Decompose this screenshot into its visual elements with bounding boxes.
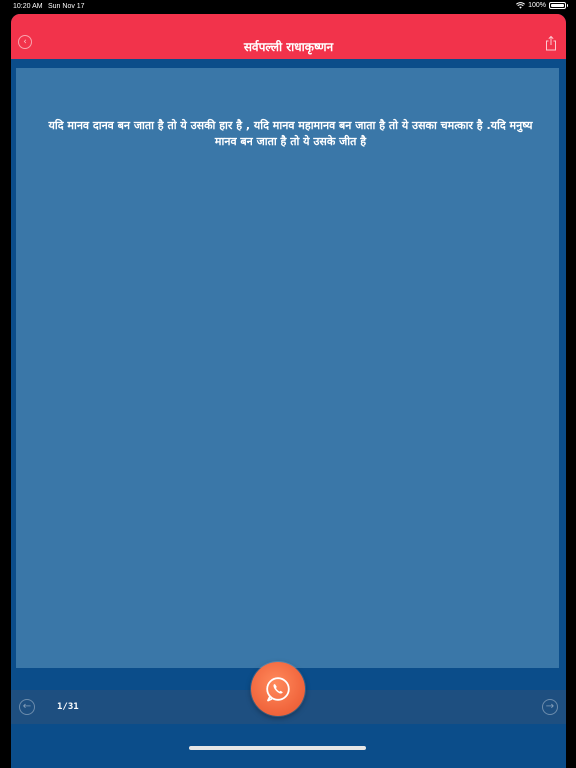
arrow-right-icon: → bbox=[545, 701, 555, 712]
status-bar: 10:20 AM Sun Nov 17 100% bbox=[0, 0, 576, 14]
share-icon[interactable] bbox=[545, 35, 557, 51]
whatsapp-icon bbox=[266, 677, 290, 702]
battery-icon bbox=[549, 2, 568, 9]
next-button[interactable]: → bbox=[542, 699, 558, 715]
quote-card: यदि मानव दानव बन जाता है तो ये उसकी हार … bbox=[16, 68, 559, 668]
page-title: सर्वपल्ली राधाकृष्णन bbox=[243, 40, 334, 54]
status-time: 10:20 AM bbox=[13, 3, 43, 10]
app-screen: ‹ सर्वपल्ली राधाकृष्णन यदि मानव दानव बन … bbox=[11, 14, 566, 768]
wifi-icon bbox=[516, 2, 526, 9]
status-indicators: 100% bbox=[516, 2, 568, 9]
arrow-left-icon: ← bbox=[22, 701, 32, 712]
quote-text: यदि मानव दानव बन जाता है तो ये उसकी हार … bbox=[48, 119, 533, 148]
nav-bar: ‹ सर्वपल्ली राधाकृष्णन bbox=[11, 14, 566, 59]
page-counter: 1/31 bbox=[57, 702, 79, 712]
status-date: Sun Nov 17 bbox=[48, 3, 85, 10]
whatsapp-share-button[interactable] bbox=[251, 662, 305, 716]
previous-button[interactable]: ← bbox=[19, 699, 35, 715]
home-indicator[interactable] bbox=[189, 746, 366, 750]
battery-percent: 100% bbox=[528, 2, 546, 9]
